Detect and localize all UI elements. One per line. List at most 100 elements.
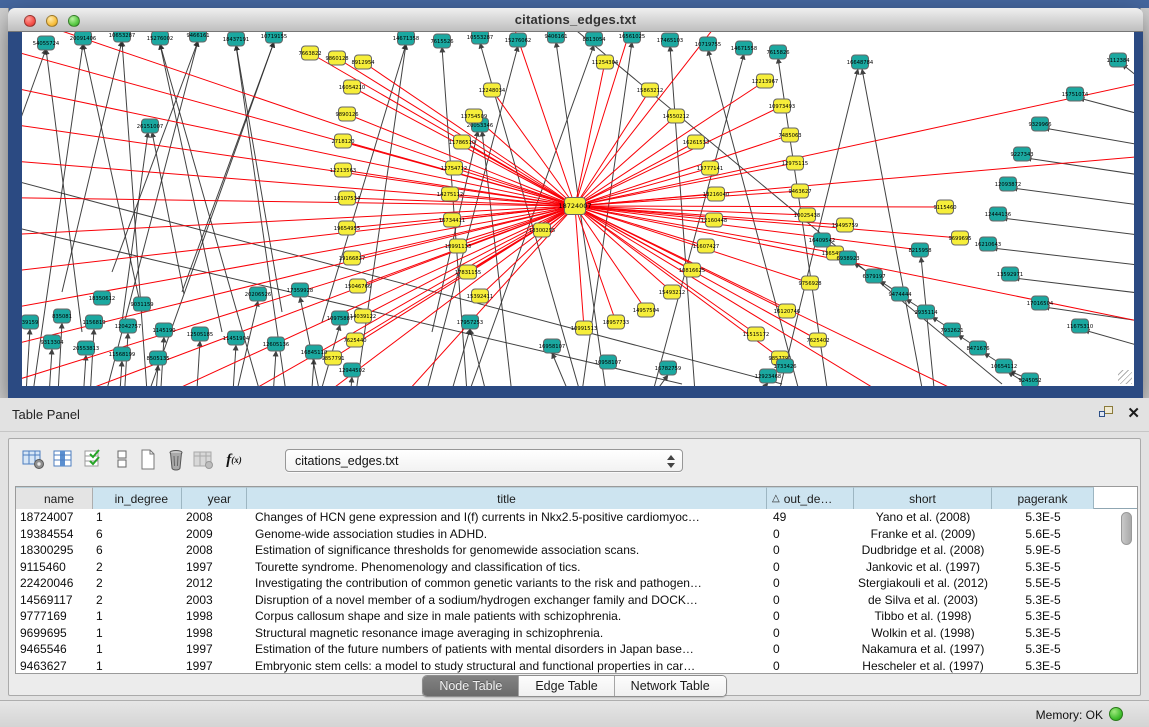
cell-name: 9463627 [16, 658, 93, 675]
table-row[interactable]: 911546021997Tourette syndrome. Phenomeno… [16, 559, 1137, 576]
float-panel-icon[interactable] [1099, 406, 1115, 420]
cell-in_degree: 6 [93, 526, 182, 543]
graph-node-label: 19495759 [832, 223, 858, 229]
graph-node-label: 9115460 [933, 205, 956, 211]
cell-out_degree: 0 [767, 559, 854, 576]
graph-node-label: 18437191 [223, 37, 249, 43]
table-row[interactable]: 1830029562008Estimation of significance … [16, 542, 1137, 559]
cell-short: Wolkin et al. (1998) [854, 625, 992, 642]
select-columns-icon[interactable] [81, 447, 107, 473]
graph-node-label: 10816625 [679, 268, 705, 274]
table-panel-title: Table Panel [12, 407, 80, 422]
graph-node-label: 12923468 [755, 374, 781, 380]
graph-node-label: 15276062 [505, 38, 531, 44]
cell-out_degree: 0 [767, 625, 854, 642]
table-columns-icon[interactable] [51, 447, 77, 473]
graph-node-label: 9329966 [1028, 122, 1051, 128]
table-panel-body: f(x) citations_edges.txt namein_degreeye… [8, 438, 1141, 696]
delete-column-icon[interactable] [163, 447, 189, 473]
column-header-out_de[interactable]: △out_de… [767, 487, 854, 509]
cell-in_degree: 1 [93, 509, 182, 526]
graph-node-label: 10975887 [327, 316, 353, 322]
graph-node-label: 11607427 [693, 244, 719, 250]
graph-node-label: 17957253 [457, 320, 483, 326]
cell-pagerank: 5.5E-5 [992, 575, 1094, 592]
graph-node-label: 8215958 [908, 248, 931, 254]
cell-short: Yano et al. (2008) [854, 509, 992, 526]
cell-title: Disruption of a novel member of a sodium… [247, 592, 767, 609]
column-header-short[interactable]: short [854, 487, 992, 509]
cell-out_degree: 0 [767, 542, 854, 559]
graph-node-label: 12754712 [441, 166, 467, 172]
window-titlebar[interactable]: citations_edges.txt [8, 8, 1143, 32]
graph-node-label: 9857791 [321, 356, 344, 362]
graph-node-label: 12042757 [115, 324, 141, 330]
column-header-year[interactable]: year [182, 487, 247, 509]
table-row[interactable]: 946554611997Estimation of the future num… [16, 641, 1137, 658]
tab-node-table[interactable]: Node Table [423, 676, 519, 696]
cell-out_degree: 0 [767, 526, 854, 543]
table-row[interactable]: 1872400712008Changes of HCN gene express… [16, 509, 1137, 526]
cell-pagerank: 5.3E-5 [992, 592, 1094, 609]
cell-title: Changes of HCN gene expression and I(f) … [247, 509, 767, 526]
table-row[interactable]: 946362711997Embryonic stem cells: a mode… [16, 658, 1137, 675]
graph-node-label: 16261533 [683, 140, 709, 146]
canvas-resize-grip[interactable] [1118, 370, 1132, 384]
table-row[interactable]: 2242004622012Investigating the contribut… [16, 575, 1137, 592]
graph-node-label: 16734411 [439, 218, 465, 224]
table-panel-header: Table Panel ✕ [0, 398, 1149, 432]
table-row[interactable]: 977716911998Corpus callosum shape and si… [16, 608, 1137, 625]
cell-year: 1997 [182, 641, 247, 658]
graph-node-label: 20053346 [467, 123, 493, 129]
table-panel: Table Panel ✕ [0, 398, 1149, 727]
tab-network-table[interactable]: Network Table [615, 676, 726, 696]
cell-year: 2003 [182, 592, 247, 609]
cell-title: Estimation of the future numbers of pati… [247, 641, 767, 658]
column-header-title[interactable]: title [247, 487, 767, 509]
graph-node-label: 6379197 [862, 274, 885, 280]
table-row[interactable]: 969969511998Structural magnetic resonanc… [16, 625, 1137, 642]
cell-name: 18724007 [16, 509, 93, 526]
graph-node-label: 16210643 [975, 242, 1001, 248]
cell-short: Jankovic et al. (1997) [854, 559, 992, 576]
graph-node-label: 12944502 [339, 368, 365, 374]
cell-pagerank: 5.9E-5 [992, 542, 1094, 559]
graph-node-label: 16648784 [847, 60, 874, 66]
cell-short: de Silva et al. (2003) [854, 592, 992, 609]
column-header-in_degree[interactable]: in_degree [93, 487, 182, 509]
import-table-disabled-icon [191, 447, 217, 473]
graph-node-label: 10653287 [109, 33, 135, 39]
tab-edge-table[interactable]: Edge Table [519, 676, 614, 696]
graph-node-label: 16782759 [655, 366, 681, 372]
cell-title: Structural magnetic resonance image aver… [247, 625, 767, 642]
row-height-icon[interactable] [109, 447, 135, 473]
table-scrollbar-thumb[interactable] [1121, 512, 1132, 545]
column-header-pagerank[interactable]: pagerank [992, 487, 1094, 509]
cell-in_degree: 1 [93, 641, 182, 658]
table-row[interactable]: 1938455462009Genome-wide association stu… [16, 526, 1137, 543]
graph-node-label: 12444136 [985, 212, 1011, 218]
graph-node-label: 16120746 [774, 309, 800, 315]
graph-node-label: 13216040 [703, 192, 729, 198]
cell-in_degree: 1 [93, 625, 182, 642]
graph-node-label: 20091406 [70, 36, 96, 42]
graph-node-label: 11451904 [223, 336, 250, 342]
table-selector[interactable]: citations_edges.txt [285, 449, 683, 472]
graph-node-label: 7615826 [766, 50, 789, 56]
table-settings-icon[interactable] [21, 447, 47, 473]
column-header-name[interactable]: name [16, 487, 93, 509]
graph-node-label: 10654112 [991, 364, 1017, 370]
new-column-icon[interactable] [135, 447, 161, 473]
graph-node-label: 13777141 [697, 166, 723, 172]
graph-node-label: 7663822 [298, 51, 321, 57]
table-row[interactable]: 1456911722003Disruption of a novel membe… [16, 592, 1137, 609]
table-header-row: namein_degreeyeartitle△out_de…shortpager… [16, 487, 1137, 509]
graph-node-label: 17465103 [657, 38, 683, 44]
close-panel-icon[interactable]: ✕ [1127, 404, 1140, 422]
graph-node-label: 11515172 [743, 332, 769, 338]
function-builder-icon[interactable]: f(x) [221, 447, 247, 473]
cell-in_degree: 2 [93, 592, 182, 609]
cell-name: 9699695 [16, 625, 93, 642]
graph-node-label: 7485063 [778, 133, 801, 139]
network-canvas[interactable]: 5405572420091406106532871527600294661611… [22, 32, 1134, 386]
